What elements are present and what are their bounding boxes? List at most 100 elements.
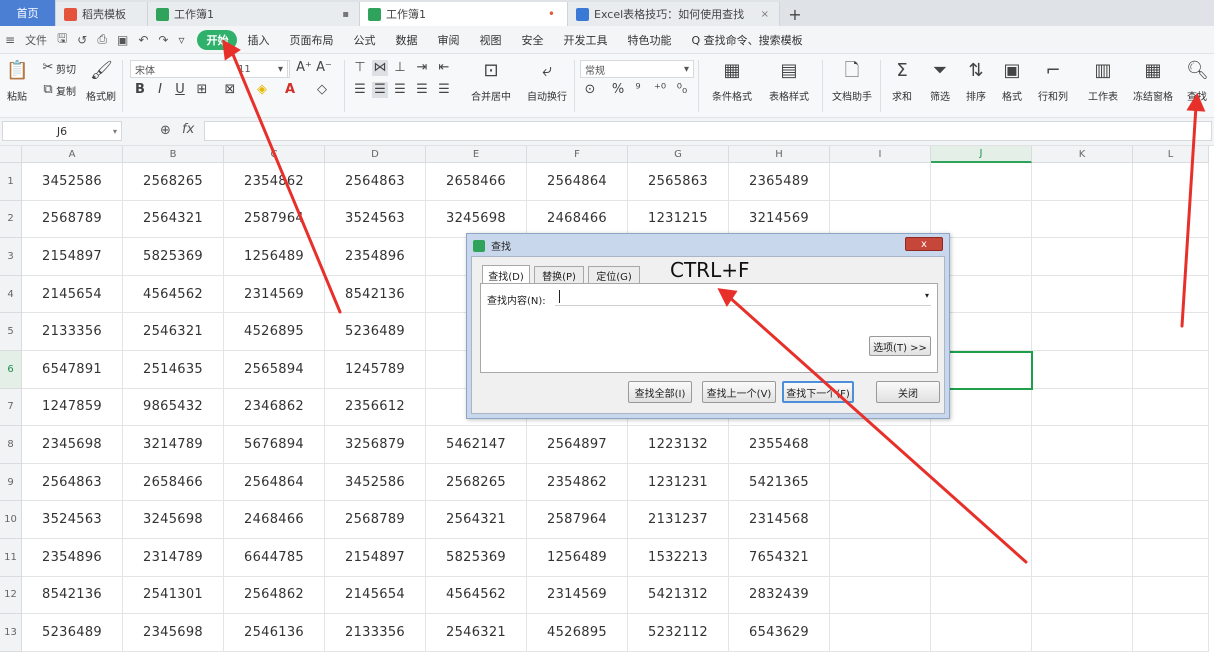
cell-A3[interactable]: 2154897 bbox=[22, 238, 123, 276]
cell-K7[interactable] bbox=[1032, 388, 1133, 427]
undo-history-icon[interactable]: ↺ bbox=[77, 33, 87, 47]
cell-F13[interactable]: 4526895 bbox=[527, 614, 628, 652]
freeze-panes-button[interactable]: ▦ 冻结窗格 bbox=[1128, 60, 1178, 103]
cell-K2[interactable] bbox=[1032, 200, 1133, 239]
customize-toolbar-icon[interactable]: ▿ bbox=[178, 33, 184, 47]
currency-button[interactable]: ⊙ bbox=[582, 82, 598, 98]
formula-input[interactable] bbox=[204, 121, 1212, 141]
row-header[interactable]: 7 bbox=[0, 388, 22, 427]
cell-D8[interactable]: 3256879 bbox=[325, 426, 426, 464]
decrease-decimal-button[interactable]: ⁰₀ bbox=[674, 82, 690, 98]
cell-G12[interactable]: 5421312 bbox=[628, 576, 729, 615]
tab-home[interactable]: 首页 bbox=[0, 0, 56, 26]
cell-B7[interactable]: 9865432 bbox=[123, 388, 224, 427]
font-color-button[interactable]: A bbox=[282, 82, 298, 98]
column-header[interactable]: L bbox=[1133, 146, 1209, 163]
cell-C7[interactable]: 2346862 bbox=[224, 388, 325, 427]
cell-B9[interactable]: 2658466 bbox=[123, 463, 224, 502]
cell-F11[interactable]: 1256489 bbox=[527, 539, 628, 577]
cell-C4[interactable]: 2314569 bbox=[224, 275, 325, 314]
menu-tab-2[interactable]: 页面布局 bbox=[279, 30, 343, 50]
cell-I9[interactable] bbox=[830, 463, 931, 502]
cell-A4[interactable]: 2145654 bbox=[22, 275, 123, 314]
cell-L13[interactable] bbox=[1133, 614, 1209, 652]
fill-color-button[interactable]: ◈ bbox=[254, 82, 270, 98]
cell-L10[interactable] bbox=[1133, 501, 1209, 539]
cell-A8[interactable]: 2345698 bbox=[22, 426, 123, 464]
row-header[interactable]: 2 bbox=[0, 200, 22, 239]
cell-H12[interactable]: 2832439 bbox=[729, 576, 830, 615]
cell-I12[interactable] bbox=[830, 576, 931, 615]
cell-I8[interactable] bbox=[830, 426, 931, 464]
column-header[interactable]: H bbox=[729, 146, 830, 163]
hamburger-icon[interactable]: ≡ bbox=[5, 33, 15, 47]
cell-G11[interactable]: 1532213 bbox=[628, 539, 729, 577]
outdent-button[interactable]: ⇤ bbox=[436, 60, 452, 76]
tab-goto[interactable]: 定位(G) bbox=[588, 266, 640, 283]
cell-B4[interactable]: 4564562 bbox=[123, 275, 224, 314]
row-header[interactable]: 1 bbox=[0, 163, 22, 201]
border-button[interactable]: ⊞ bbox=[194, 82, 210, 98]
cell-F1[interactable]: 2564864 bbox=[527, 163, 628, 201]
cell-E8[interactable]: 5462147 bbox=[426, 426, 527, 464]
tab-close-icon[interactable]: ▪ bbox=[342, 9, 349, 20]
cell-G9[interactable]: 1231231 bbox=[628, 463, 729, 502]
close-button[interactable]: 关闭 bbox=[876, 381, 940, 403]
tab-workbook-1-active[interactable]: 工作簿1 • bbox=[360, 2, 568, 26]
cell-J9[interactable] bbox=[931, 463, 1032, 502]
row-header[interactable]: 9 bbox=[0, 463, 22, 502]
find-button[interactable]: 🔍︎ 查找 bbox=[1184, 60, 1210, 103]
align-top-button[interactable]: ⊤ bbox=[352, 60, 368, 76]
cell-C5[interactable]: 4526895 bbox=[224, 313, 325, 351]
menu-tab-3[interactable]: 公式 bbox=[343, 30, 385, 50]
cell-L6[interactable] bbox=[1133, 351, 1209, 389]
cell-I1[interactable] bbox=[830, 163, 931, 201]
cell-D9[interactable]: 3452586 bbox=[325, 463, 426, 502]
cell-L8[interactable] bbox=[1133, 426, 1209, 464]
copy-button[interactable]: ⧉ 复制 bbox=[40, 82, 76, 98]
cell-D13[interactable]: 2133356 bbox=[325, 614, 426, 652]
cell-G10[interactable]: 2131237 bbox=[628, 501, 729, 539]
cell-H11[interactable]: 7654321 bbox=[729, 539, 830, 577]
percent-button[interactable]: % bbox=[610, 82, 626, 98]
cell-A2[interactable]: 2568789 bbox=[22, 200, 123, 239]
cell-J1[interactable] bbox=[931, 163, 1032, 201]
justify-button[interactable]: ☰ bbox=[414, 82, 430, 98]
cell-L11[interactable] bbox=[1133, 539, 1209, 577]
cell-A9[interactable]: 2564863 bbox=[22, 463, 123, 502]
cell-B11[interactable]: 2314789 bbox=[123, 539, 224, 577]
new-tab-button[interactable]: + bbox=[780, 2, 810, 26]
cell-J12[interactable] bbox=[931, 576, 1032, 615]
cell-C3[interactable]: 1256489 bbox=[224, 238, 325, 276]
merge-center-button[interactable]: ⊡ 合并居中 bbox=[464, 60, 518, 103]
cell-C1[interactable]: 2354862 bbox=[224, 163, 325, 201]
paste-button[interactable]: 📋 粘贴 bbox=[4, 60, 30, 103]
cell-K3[interactable] bbox=[1032, 238, 1133, 276]
cell-H1[interactable]: 2365489 bbox=[729, 163, 830, 201]
align-right-button[interactable]: ☰ bbox=[392, 82, 408, 98]
cell-C13[interactable]: 2546136 bbox=[224, 614, 325, 652]
cell-K9[interactable] bbox=[1032, 463, 1133, 502]
cell-K10[interactable] bbox=[1032, 501, 1133, 539]
tab-close-icon[interactable]: × bbox=[761, 9, 769, 20]
cell-L12[interactable] bbox=[1133, 576, 1209, 615]
cell-B6[interactable]: 2514635 bbox=[123, 351, 224, 389]
cell-A6[interactable]: 6547891 bbox=[22, 351, 123, 389]
tab-find[interactable]: 查找(D) bbox=[482, 265, 530, 284]
cell-C12[interactable]: 2564862 bbox=[224, 576, 325, 615]
cell-A10[interactable]: 3524563 bbox=[22, 501, 123, 539]
clear-button[interactable]: ◇ bbox=[314, 82, 330, 98]
distribute-button[interactable]: ☰ bbox=[436, 82, 452, 98]
dialog-close-button[interactable]: x bbox=[905, 237, 943, 251]
cell-E10[interactable]: 2564321 bbox=[426, 501, 527, 539]
cell-F9[interactable]: 2354862 bbox=[527, 463, 628, 502]
cell-E11[interactable]: 5825369 bbox=[426, 539, 527, 577]
cell-L1[interactable] bbox=[1133, 163, 1209, 201]
cell-D11[interactable]: 2154897 bbox=[325, 539, 426, 577]
insert-function-button[interactable]: fx bbox=[182, 122, 194, 137]
cell-K6[interactable] bbox=[1032, 351, 1133, 389]
cell-I11[interactable] bbox=[830, 539, 931, 577]
cell-C10[interactable]: 2468466 bbox=[224, 501, 325, 539]
cell-K11[interactable] bbox=[1032, 539, 1133, 577]
cell-H9[interactable]: 5421365 bbox=[729, 463, 830, 502]
